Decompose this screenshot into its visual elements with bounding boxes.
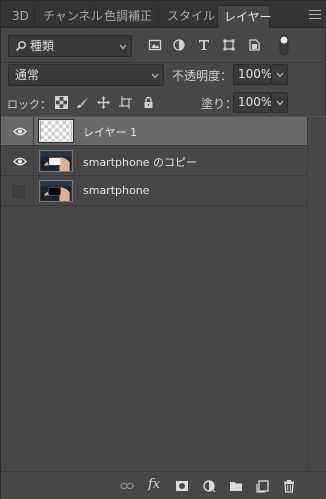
delete-layer-icon[interactable] (282, 479, 296, 493)
tab-adjustments[interactable]: 色調補正 (97, 5, 159, 28)
lock-row: ロック： 塗り： 100% (1, 90, 326, 116)
chevron-down-icon (276, 72, 284, 78)
smartphone-copy-thumbnail[interactable] (39, 150, 73, 172)
filter-toggle-icon[interactable] (278, 34, 290, 56)
filter-kind-label: 種類 (30, 39, 55, 53)
layer-list: レイヤー 1 smartphone のコピー smartphone (1, 117, 307, 471)
layer-filter-row: 種類 (1, 29, 326, 63)
layers-panel: 3D チャンネル 色調補正 スタイル レイヤー 種類 通常 不透明度： 100%… (0, 0, 326, 499)
lock-position-icon[interactable] (97, 96, 110, 109)
fx-icon[interactable]: fx (148, 477, 160, 492)
opacity-label: 不透明度： (172, 69, 233, 83)
tab-layers[interactable]: レイヤー (217, 5, 272, 28)
lock-label: ロック： (7, 98, 51, 111)
image-filter-icon[interactable] (148, 38, 162, 52)
smart-object-filter-icon[interactable] (247, 38, 261, 52)
lock-artboard-icon[interactable] (119, 96, 132, 109)
tab-styles[interactable]: スタイル (160, 5, 216, 28)
tab-3d[interactable]: 3D (5, 5, 35, 28)
layers-bottom-toolbar: fx (1, 471, 326, 499)
chevron-down-icon (276, 100, 284, 106)
blend-mode-value: 通常 (15, 68, 40, 82)
layer-row[interactable]: smartphone (1, 177, 307, 206)
smartphone-thumbnail[interactable] (39, 180, 73, 202)
fill-field[interactable]: 100% (233, 92, 272, 113)
eye-icon[interactable] (13, 126, 27, 137)
lock-image-pixels-icon[interactable] (76, 96, 89, 109)
type-filter-icon[interactable] (197, 38, 211, 52)
shape-filter-icon[interactable] (222, 38, 236, 52)
filter-kind-dropdown[interactable]: 種類 (8, 35, 132, 57)
layer-name[interactable]: smartphone (83, 184, 149, 197)
chevron-down-icon (151, 73, 159, 79)
row-separator (33, 147, 34, 176)
layer-list-scrollbar[interactable] (307, 117, 326, 471)
tab-channels[interactable]: チャンネル (36, 5, 103, 28)
layer-row[interactable]: smartphone のコピー (1, 147, 307, 176)
transparent-thumbnail[interactable] (38, 119, 74, 143)
panel-tab-bar: 3D チャンネル 色調補正 スタイル レイヤー (1, 1, 326, 28)
chevron-down-icon (119, 44, 127, 50)
lock-all-icon[interactable] (142, 96, 155, 109)
blend-mode-row: 通常 不透明度： 100% (1, 63, 326, 89)
link-layers-icon[interactable] (120, 479, 134, 493)
row-separator (33, 177, 34, 206)
opacity-slider-button[interactable] (271, 64, 288, 85)
blend-mode-dropdown[interactable]: 通常 (8, 64, 164, 86)
visibility-toggle-off[interactable] (12, 185, 25, 198)
opacity-field[interactable]: 100% (233, 64, 272, 85)
panel-menu-icon[interactable] (309, 10, 321, 19)
layer-row[interactable]: レイヤー 1 (1, 117, 307, 146)
new-layer-icon[interactable] (256, 479, 270, 493)
eye-icon[interactable] (13, 156, 27, 167)
adjustment-filter-icon[interactable] (172, 38, 186, 52)
fill-slider-button[interactable] (271, 92, 288, 113)
adjustment-layer-icon[interactable] (202, 479, 216, 493)
new-group-icon[interactable] (229, 479, 243, 493)
add-mask-icon[interactable] (175, 479, 189, 493)
row-separator (33, 117, 34, 146)
layer-name[interactable]: smartphone のコピー (83, 154, 197, 170)
lock-transparent-pixels-icon[interactable] (55, 96, 68, 109)
search-icon (15, 41, 26, 52)
layer-name[interactable]: レイヤー 1 (83, 124, 137, 140)
fill-label: 塗り： (201, 97, 238, 111)
